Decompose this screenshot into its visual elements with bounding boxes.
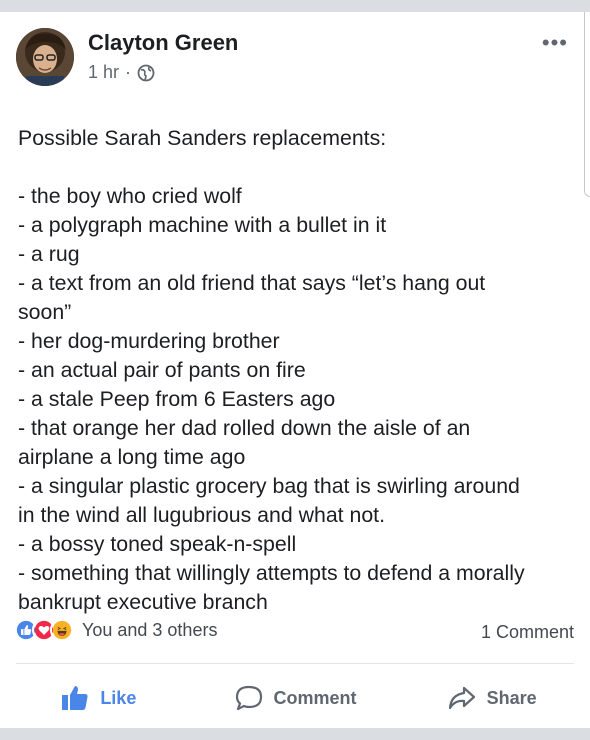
post-line: - her dog-murdering brother: [18, 329, 280, 353]
profile-photo-icon: [16, 28, 74, 86]
post-line: - a polygraph machine with a bullet in i…: [18, 213, 387, 237]
post-header: Clayton Green 1 hr · •••: [16, 28, 574, 90]
post-line: - the boy who cried wolf: [18, 184, 242, 208]
post-line: - something that willingly attempts to d…: [18, 561, 525, 585]
post-line: bankrupt executive branch: [18, 590, 268, 614]
post-line: - a singular plastic grocery bag that is…: [18, 474, 520, 498]
post-meta: 1 hr ·: [88, 62, 155, 83]
post-line: in the wind all lugubrious and what not.: [18, 503, 386, 527]
share-button[interactable]: Share: [393, 678, 590, 718]
more-options-icon[interactable]: •••: [542, 32, 568, 54]
author-name[interactable]: Clayton Green: [88, 30, 238, 56]
avatar[interactable]: [16, 28, 74, 86]
post-line: Possible Sarah Sanders replacements:: [18, 126, 387, 150]
action-bar: Like Comment Share: [0, 678, 590, 718]
post-line: soon”: [18, 300, 72, 324]
comments-count[interactable]: 1 Comment: [481, 622, 574, 643]
post-line: - that orange her dad rolled down the ai…: [18, 416, 471, 440]
reactions-text[interactable]: You and 3 others: [82, 620, 217, 641]
like-label: Like: [100, 687, 137, 708]
like-button[interactable]: Like: [0, 678, 197, 718]
post-time[interactable]: 1 hr: [88, 62, 119, 83]
post-line: - a text from an old friend that says “l…: [18, 271, 486, 295]
divider: [16, 663, 574, 664]
post-card: Clayton Green 1 hr · ••• Possible Sarah …: [0, 12, 590, 728]
post-line: - a rug: [18, 242, 80, 266]
reaction-icons: [14, 618, 74, 642]
post-line: [18, 153, 578, 182]
haha-reaction-icon: [50, 618, 74, 642]
reactions-summary[interactable]: You and 3 others: [14, 618, 217, 642]
post-body: Possible Sarah Sanders replacements: - t…: [18, 124, 578, 617]
post-line: - a stale Peep from 6 Easters ago: [18, 387, 336, 411]
post-line: - a bossy toned speak-n-spell: [18, 532, 297, 556]
globe-icon: [137, 64, 155, 81]
share-label: Share: [486, 687, 537, 708]
share-arrow-icon: [448, 686, 475, 710]
meta-separator: ·: [125, 62, 132, 82]
post-line: - an actual pair of pants on fire: [18, 358, 306, 382]
comment-icon: [235, 685, 262, 711]
thumbs-up-icon: [62, 686, 88, 710]
comment-label: Comment: [273, 687, 357, 708]
scrollbar[interactable]: [584, 12, 590, 197]
comment-button[interactable]: Comment: [197, 678, 394, 718]
post-line: airplane a long time ago: [18, 445, 246, 469]
